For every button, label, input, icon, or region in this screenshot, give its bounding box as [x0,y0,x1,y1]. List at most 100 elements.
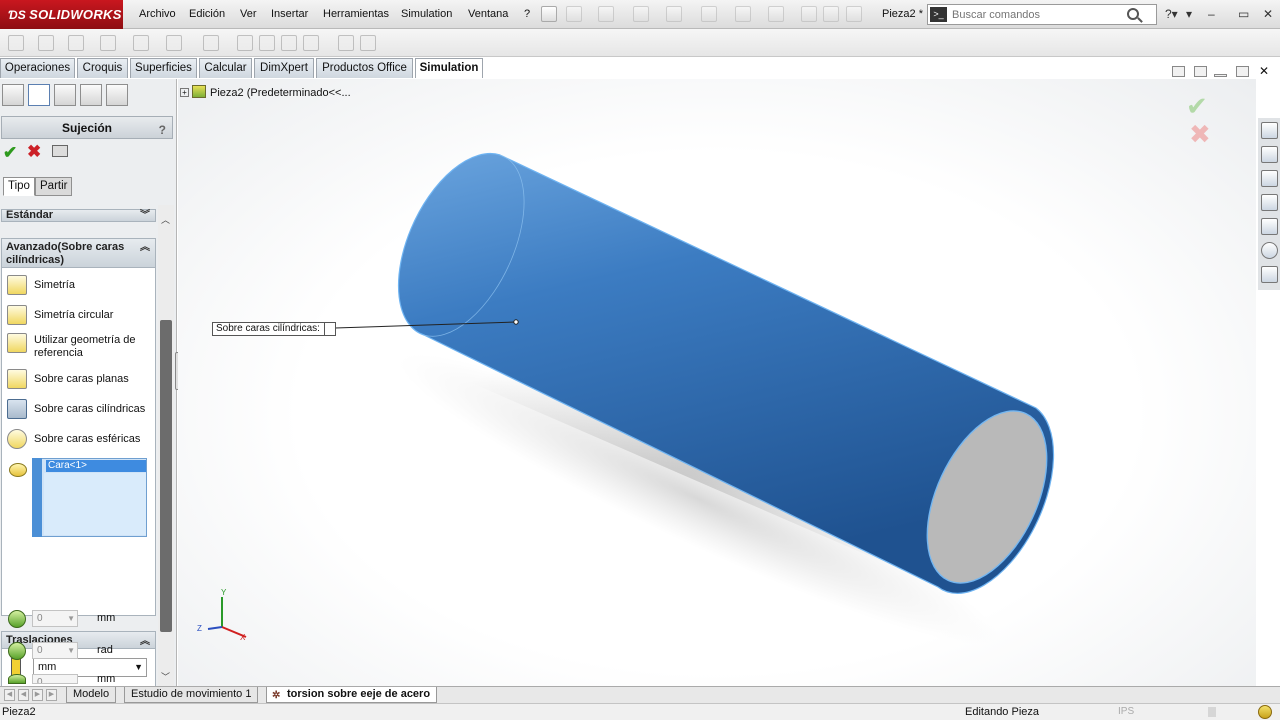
scrollbar-thumb[interactable] [160,320,172,632]
scroll-up-icon[interactable]: ︿ [161,213,170,226]
rebuild-status-icon[interactable] [1258,705,1272,719]
menu-ventana[interactable]: Ventana [468,8,508,20]
option-caras-esfericas[interactable]: Sobre caras esféricas [5,429,153,451]
options-icon[interactable] [846,6,862,22]
subtab-tipo[interactable]: Tipo [3,177,35,196]
group-estandar[interactable]: Estándar ︾ [1,209,156,222]
rotation-input[interactable]: 0 ▼ [32,642,78,659]
search-box[interactable]: >_ [927,4,1157,25]
tab-modelo[interactable]: Modelo [66,687,117,703]
tile-icon[interactable] [1172,66,1185,77]
distribute-icon[interactable] [133,35,149,51]
last-tab-icon[interactable]: ▶ [46,689,57,701]
group-icon[interactable] [281,35,297,51]
minimize-button[interactable]: – [1208,7,1215,21]
panel-scrollbar[interactable]: ︿ ﹀ [158,205,174,687]
scroll-down-icon[interactable]: ﹀ [161,670,170,683]
maximize-button[interactable]: ▭ [1238,7,1249,21]
list-item[interactable]: Cara<1> [46,460,146,472]
property-manager-icon[interactable] [28,84,50,106]
solidworks-resources-icon[interactable] [1261,122,1278,139]
tab-superficies[interactable]: Superficies [130,58,197,78]
expand-icon[interactable]: ︾ [140,210,150,221]
graphics-area[interactable]: + Pieza2 (Predeterminado<<... Sobre caras… [178,79,1256,686]
rebuild-icon[interactable] [801,6,817,22]
tab-croquis[interactable]: Croquis [77,58,128,78]
open-icon[interactable] [598,6,614,22]
tab-operaciones[interactable]: Operaciones [0,58,75,78]
new-document-icon[interactable] [566,6,582,22]
collapse-icon[interactable]: ︽ [140,241,150,254]
ungroup-icon[interactable] [303,35,319,51]
option-caras-planas[interactable]: Sobre caras planas [5,369,153,391]
tab-dimxpert[interactable]: DimXpert [254,58,314,78]
file-properties-icon[interactable] [823,6,839,22]
callout-label[interactable]: Sobre caras cilíndricas: [212,322,336,336]
tab-study-torsion[interactable]: ✲ torsion sobre eeje de acero [266,687,438,703]
option-geometria-referencia[interactable]: Utilizar geometría de referencia [5,333,153,363]
translation-x-input[interactable]: 0 ▼ [32,610,78,627]
pin-window-icon[interactable]: ▾ [1186,7,1192,21]
option-simetria-circular[interactable]: Simetría circular [5,305,153,327]
custom-properties-icon[interactable] [1261,266,1278,283]
face-selection-list[interactable]: Cara<1> [32,458,147,537]
snap-icon[interactable] [360,35,376,51]
dimension-icon[interactable] [68,35,84,51]
sketch-tool-icon[interactable] [38,35,54,51]
menu-edicion[interactable]: Edición [189,8,225,20]
solidworks-logo[interactable]: ƊS SOLIDWORKS [0,0,123,29]
close-button[interactable]: ✕ [1263,7,1273,21]
format-icon[interactable] [166,35,182,51]
next-tab-icon[interactable]: ▶ [32,689,43,701]
help-icon[interactable]: ? [159,119,166,141]
ok-button[interactable]: ✔ [3,144,17,161]
undo-icon[interactable] [701,6,717,22]
menu-ver[interactable]: Ver [240,8,257,20]
select-icon[interactable] [768,6,784,22]
prev-tab-icon[interactable]: ◀ [18,689,29,701]
option-caras-cilindricas[interactable]: Sobre caras cilíndricas [5,399,153,421]
status-units[interactable]: IPS [1118,704,1134,720]
align-icon[interactable] [100,35,116,51]
zoom-icon[interactable] [8,35,24,51]
move-icon[interactable] [237,35,253,51]
menu-help[interactable]: ? [524,8,530,20]
home-icon[interactable] [1261,146,1278,163]
menu-herramientas[interactable]: Herramientas [323,8,389,20]
cascade-icon[interactable] [1194,66,1207,77]
doc-restore-button[interactable] [1236,66,1249,77]
pin-icon[interactable] [541,6,557,22]
search-icon[interactable] [1127,8,1139,20]
file-explorer-icon[interactable] [1261,194,1278,211]
pushpin-icon[interactable] [52,145,68,157]
design-library-icon[interactable] [1261,170,1278,187]
doc-close-button[interactable]: ✕ [1259,65,1272,77]
feature-tree-icon[interactable] [2,84,24,106]
tab-simulation[interactable]: Simulation [415,58,483,78]
tab-calcular[interactable]: Calcular [199,58,252,78]
translation-z-input[interactable]: 0 [32,674,78,684]
appearances-icon[interactable] [1261,242,1278,259]
confirm-cancel-icon[interactable]: ✖ [1189,119,1211,150]
configuration-manager-icon[interactable] [54,84,76,106]
layer-icon[interactable] [203,35,219,51]
menu-simulation[interactable]: Simulation [401,8,452,20]
copy-icon[interactable] [259,35,275,51]
print-icon[interactable] [666,6,682,22]
menu-archivo[interactable]: Archivo [139,8,176,20]
subtab-partir[interactable]: Partir [35,177,73,196]
view-palette-icon[interactable] [1261,218,1278,235]
tab-estudio-movimiento[interactable]: Estudio de movimiento 1 [124,687,259,703]
help-icon[interactable]: ?▾ [1165,7,1178,21]
group-avanzado[interactable]: Avanzado(Sobre caras cilíndricas) ︽ [1,238,156,268]
display-manager-icon[interactable] [106,84,128,106]
confirm-ok-icon[interactable]: ✔ [1186,91,1208,122]
menu-insertar[interactable]: Insertar [271,8,308,20]
redo-icon[interactable] [735,6,751,22]
option-simetria[interactable]: Simetría [5,275,153,297]
search-input[interactable] [950,7,1130,22]
tab-productos-office[interactable]: Productos Office [316,58,413,78]
cancel-button[interactable]: ✖ [27,142,41,162]
save-icon[interactable] [633,6,649,22]
dimxpert-manager-icon[interactable] [80,84,102,106]
